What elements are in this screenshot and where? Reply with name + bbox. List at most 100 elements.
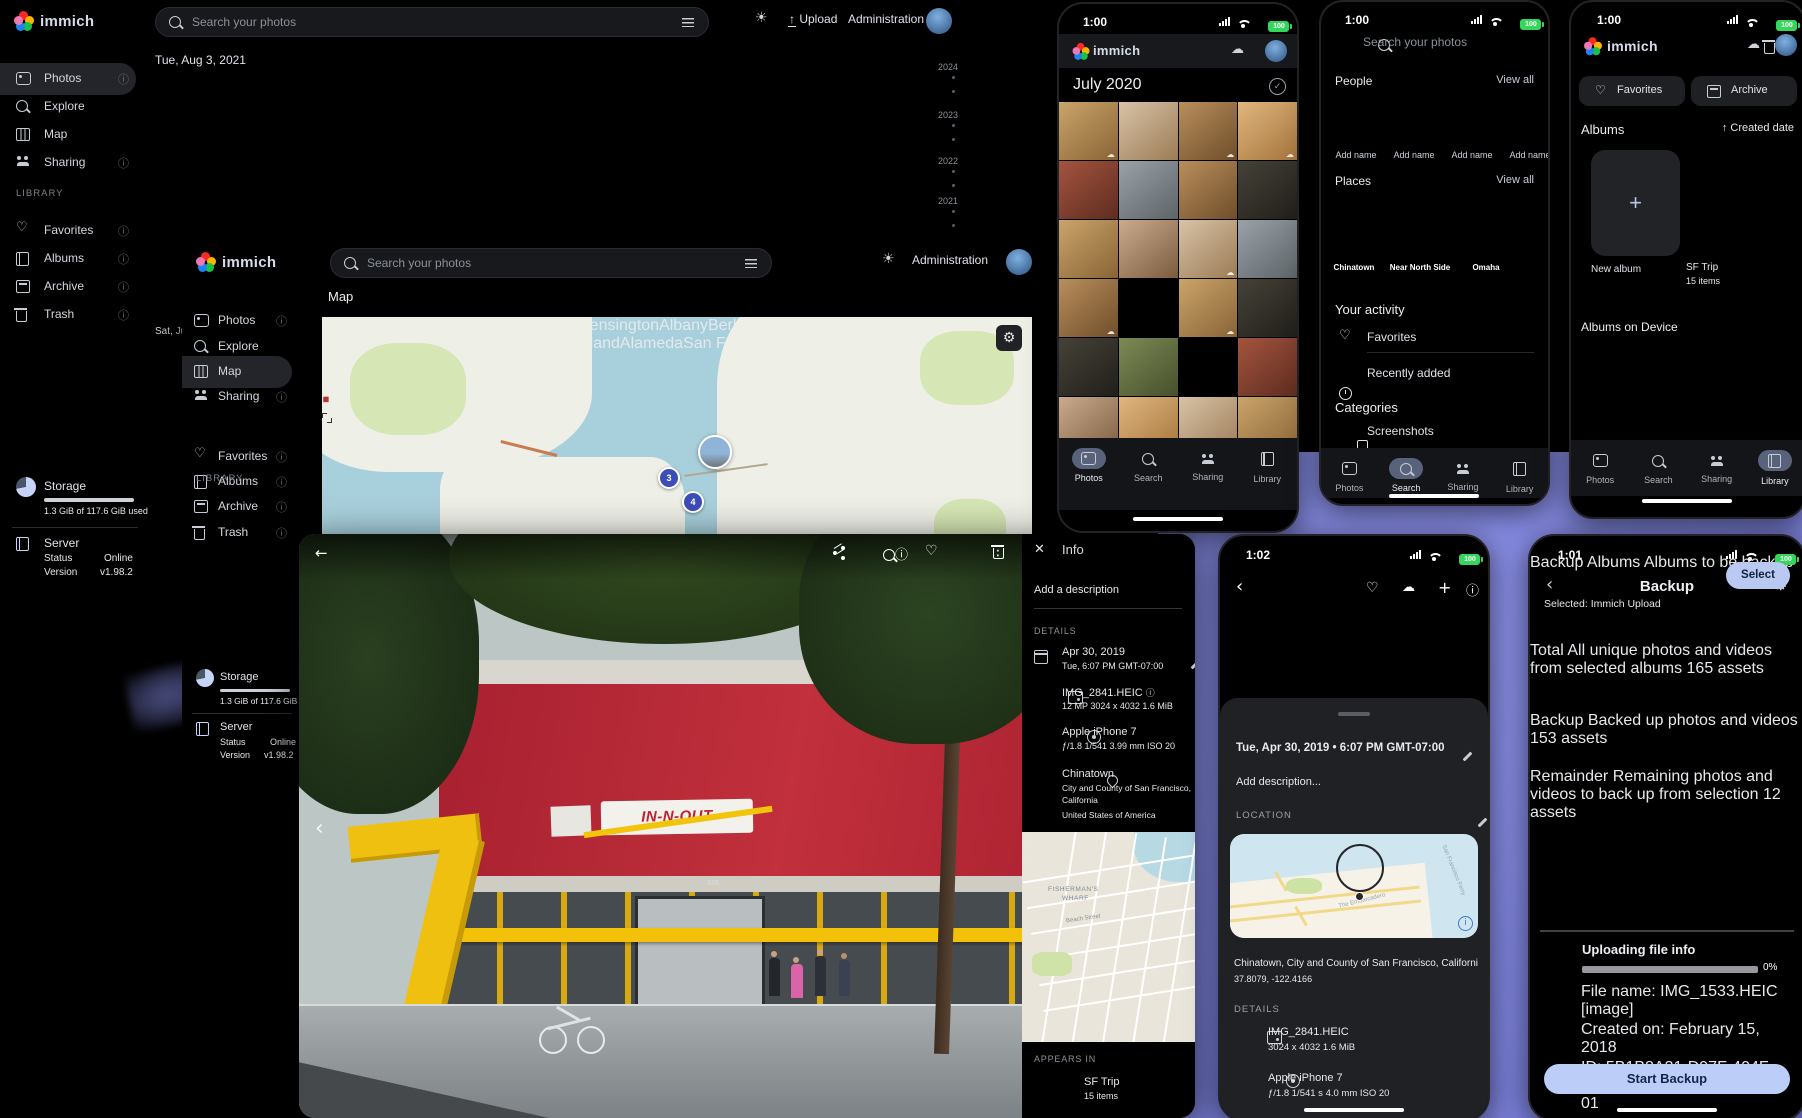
photo-thumbnail[interactable] [758,73,925,192]
sidebar-item-photos[interactable]: Photosⓘ [182,311,300,337]
tab-sharing[interactable]: Sharing [1689,450,1745,484]
select-all-icon[interactable]: ✓ [1269,78,1286,95]
tab-sharing[interactable]: Sharing [1435,458,1491,492]
cloud-download-icon[interactable]: ☁ [1402,580,1415,595]
search-input[interactable]: Search your photos [330,248,772,278]
person-avatar[interactable] [1451,96,1493,138]
home-indicator[interactable] [1389,494,1479,498]
new-album-card[interactable]: + [1591,150,1680,256]
info-icon[interactable]: ⓘ [895,544,908,563]
photo-thumbnail[interactable] [1059,220,1118,278]
zoom-icon[interactable] [883,549,895,561]
photo-thumbnail[interactable] [1119,220,1178,278]
add-name-label[interactable]: Add name [1329,150,1383,160]
info-icon[interactable]: ⓘ [276,389,287,405]
person-avatar[interactable] [1335,96,1377,138]
sidebar-item-sharing[interactable]: Sharingⓘ [182,387,300,413]
photo-thumbnail[interactable] [1238,102,1297,160]
places-view-all[interactable]: View all [1496,174,1534,186]
minimap-zoom-out-button[interactable]: − [1022,850,1040,868]
tab-library[interactable]: Library [1747,450,1802,486]
place-card[interactable]: Pi [1521,194,1550,278]
select-button[interactable]: Select [1726,562,1790,589]
sidebar-item-favorites[interactable]: ♡Favoritesⓘ [0,221,150,247]
avatar[interactable] [1006,249,1032,275]
photo-thumbnail[interactable] [1179,220,1238,278]
sidebar-item-photos[interactable]: Photosⓘ [0,69,150,95]
archive-button[interactable]: Archive [1691,76,1797,106]
photo-thumbnail[interactable] [247,73,337,192]
info-icon[interactable]: ⓘ [118,155,129,171]
sheet-drag-handle[interactable] [1338,712,1370,716]
info-icon[interactable]: ⓘ [118,71,129,87]
place-card[interactable]: Omaha [1455,194,1517,278]
tab-search[interactable]: Search [1378,458,1434,493]
info-icon[interactable]: ⓘ [276,449,287,465]
photo-thumbnail[interactable] [481,73,621,192]
map-photo-marker[interactable] [698,435,732,469]
album-name[interactable]: SF Trip [1084,1076,1119,1088]
map-settings-gear-icon[interactable]: ⚙ [996,325,1022,351]
photo-thumbnail[interactable] [1059,102,1118,160]
info-icon[interactable]: ⓘ [118,279,129,295]
start-backup-button[interactable]: Start Backup [1544,1064,1790,1094]
tab-photos[interactable]: Photos [1572,450,1628,485]
description-input[interactable]: Add a description [1034,584,1119,596]
info-icon[interactable]: ⓘ [118,307,129,323]
photo-thumbnail[interactable] [1119,161,1178,219]
place-card[interactable]: Near North Side [1389,194,1451,278]
trash-icon[interactable] [1764,43,1775,54]
photo-thumbnail[interactable] [1179,338,1238,396]
info-icon[interactable]: ⓘ [118,223,129,239]
favorite-icon[interactable]: ♡ [1366,580,1379,596]
search-input[interactable]: Search your photos [155,7,709,37]
sidebar-item-favorites[interactable]: ♡Favoritesⓘ [182,447,300,473]
home-indicator[interactable] [1642,499,1732,503]
photo-thumbnail[interactable] [155,73,245,192]
tab-search[interactable]: Search [1630,450,1686,485]
location-map-card[interactable]: The Embarcadero San Francisco Ferry i [1230,834,1478,938]
activity-favorites[interactable]: Favorites [1367,330,1416,344]
tab-search[interactable]: Search [1120,448,1176,483]
administration-link[interactable]: Administration [848,12,924,26]
add-name-label[interactable]: Add name [1503,150,1550,160]
edit-date-icon[interactable] [1463,752,1473,762]
photo-thumbnail[interactable] [1059,161,1118,219]
photo-thumbnail[interactable] [1179,102,1238,160]
previous-photo-icon[interactable]: ‹ [315,816,324,841]
sidebar-item-map[interactable]: Map [182,362,300,388]
sidebar-item-trash[interactable]: Trashⓘ [0,305,150,331]
info-icon[interactable]: ⓘ [276,313,287,329]
photo-thumbnail[interactable] [1238,161,1297,219]
backup-cloud-icon[interactable]: ☁ [1231,42,1244,57]
favorite-icon[interactable]: ♡ [925,543,938,559]
home-indicator[interactable] [1617,1108,1717,1112]
sort-created-date[interactable]: ↑ Created date [1722,122,1794,134]
home-indicator[interactable] [1304,1108,1404,1112]
tab-photos[interactable]: Photos [1321,458,1377,493]
edit-location-icon[interactable] [1478,818,1488,828]
theme-toggle-icon[interactable]: ☀ [882,251,895,267]
description-input[interactable]: Add description... [1236,776,1321,788]
sidebar-item-map[interactable]: Map [0,125,150,151]
back-icon[interactable]: ← [315,544,328,562]
photo-thumbnail[interactable] [1179,161,1238,219]
photo-thumbnail[interactable] [623,73,756,192]
photo-thumbnail[interactable] [1119,338,1178,396]
tab-photos[interactable]: Photos [1061,448,1117,483]
favorites-button[interactable]: ♡ Favorites [1579,76,1685,106]
photo-thumbnail[interactable] [339,73,479,192]
photo-thumbnail[interactable] [1179,279,1238,337]
avatar[interactable] [1265,40,1287,62]
edit-date-icon[interactable] [1191,660,1195,670]
info-icon[interactable]: ⓘ [1466,580,1479,599]
sidebar-item-archive[interactable]: Archiveⓘ [0,277,150,303]
info-icon[interactable]: ⓘ [118,251,129,267]
more-options-icon[interactable]: ⋮ [991,543,1005,559]
backup-cloud-icon[interactable]: ☁ [1747,37,1760,52]
photo-thumbnail[interactable] [1059,338,1118,396]
person-avatar[interactable] [1393,96,1435,138]
map-cluster-marker[interactable]: 4 [682,491,704,513]
photo-thumbnail[interactable] [1119,279,1178,337]
administration-link[interactable]: Administration [912,253,988,267]
